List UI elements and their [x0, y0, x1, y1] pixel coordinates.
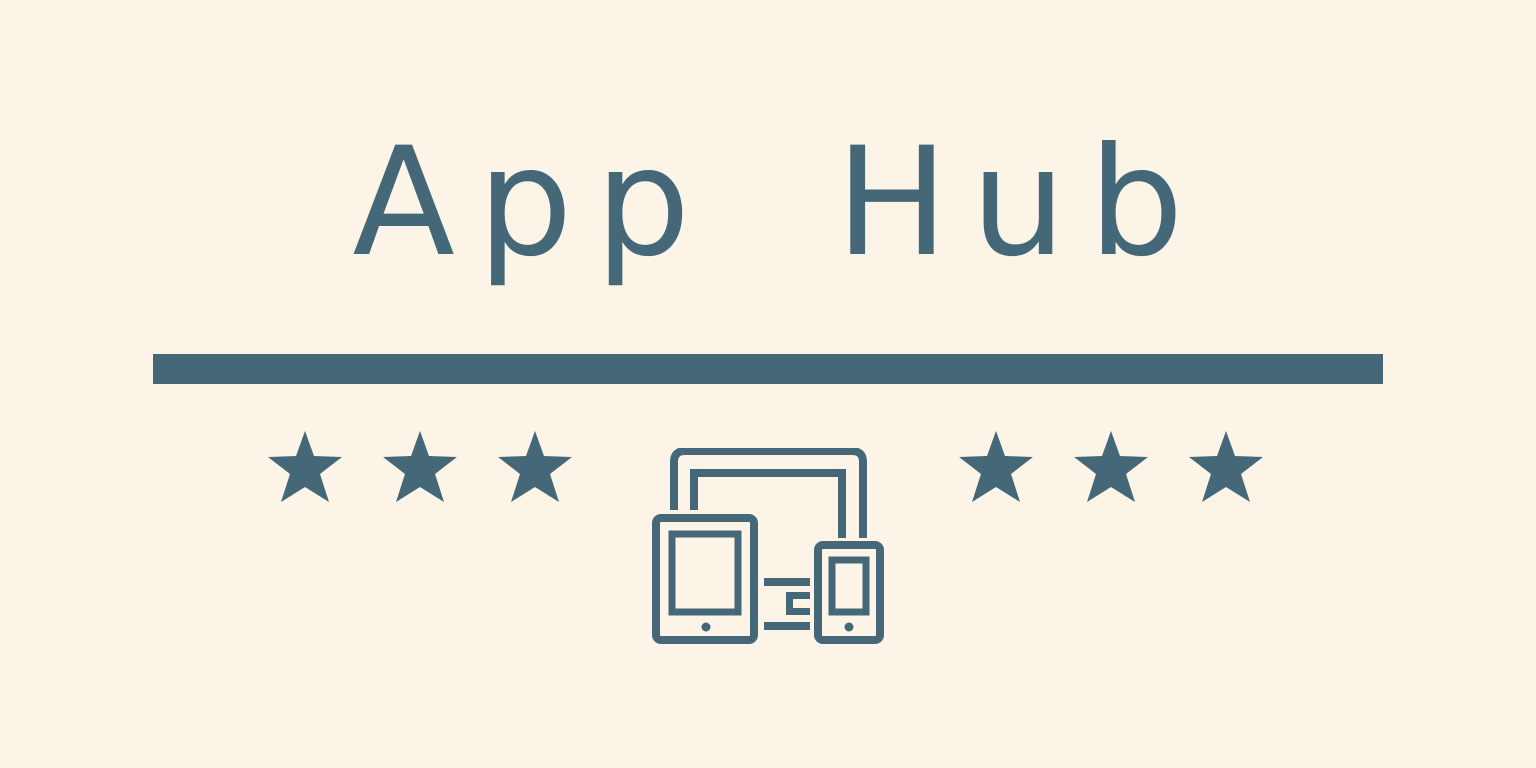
- star-icon: [959, 431, 1033, 502]
- star-icon: [1189, 431, 1263, 502]
- devices-icon: [652, 448, 884, 644]
- star-icon: [383, 431, 457, 502]
- logo-canvas: App Hub: [0, 0, 1536, 768]
- star-icon: [498, 431, 572, 502]
- divider-bar: [153, 354, 1383, 384]
- star-icon: [268, 431, 342, 502]
- logo-title: App Hub: [352, 116, 1207, 290]
- star-icon: [1074, 431, 1148, 502]
